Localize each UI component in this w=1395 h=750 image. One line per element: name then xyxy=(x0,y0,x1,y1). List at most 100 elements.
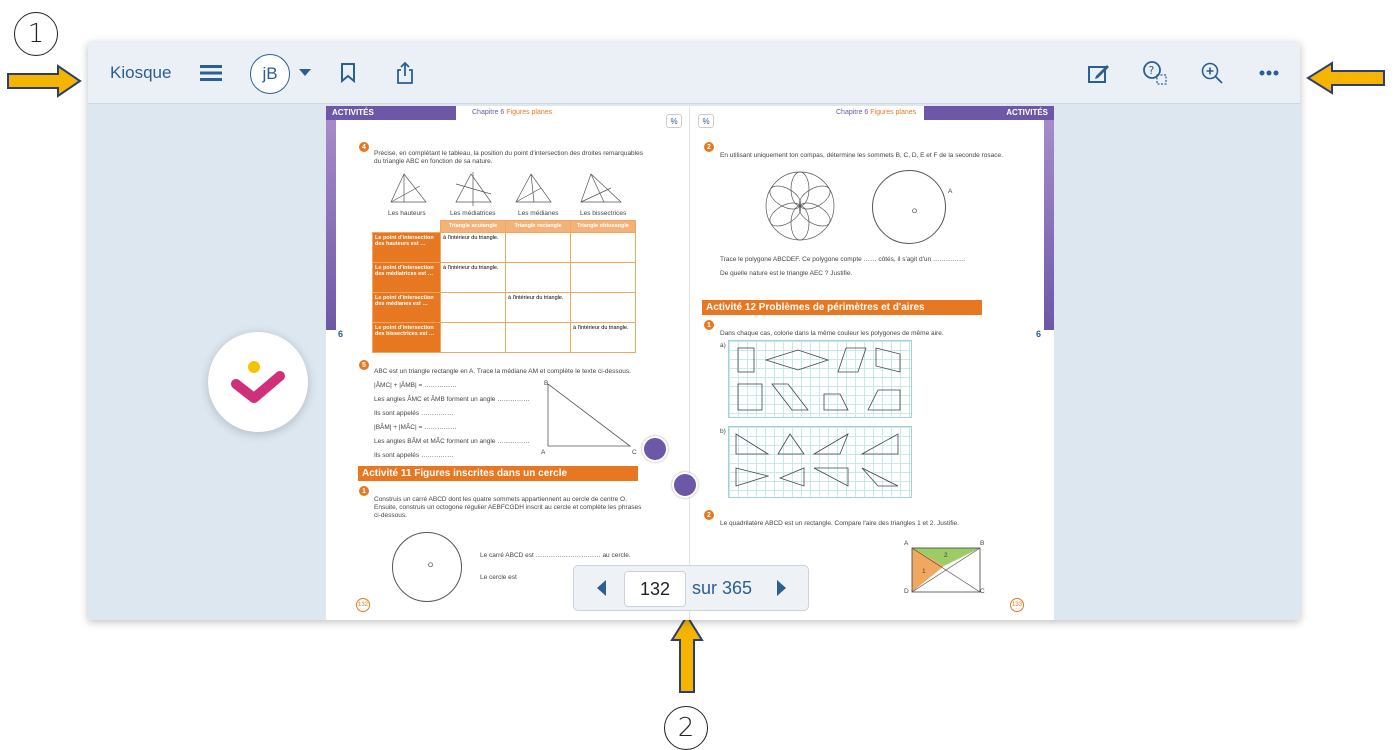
previous-page-icon[interactable] xyxy=(597,580,606,596)
rect-label-c: C xyxy=(980,588,985,595)
tri-label-a: A xyxy=(541,449,546,456)
left-page-number: 132 xyxy=(356,598,370,612)
a11-text: Construis un carré ABCD dont les quatre … xyxy=(374,496,642,519)
rect-label-a: A xyxy=(904,540,909,547)
grid-b-triangles xyxy=(735,433,899,487)
next-page-icon[interactable] xyxy=(777,580,786,596)
construction-circle xyxy=(392,532,462,602)
q2-badge: 2 xyxy=(704,142,714,152)
sentence-1: Le carré ABCD est ………………………… au cercle. xyxy=(480,552,631,559)
table-row-label: Le point d'intersection des bissectrices… xyxy=(372,322,441,353)
left-side-number: 6 xyxy=(338,329,344,339)
table-cell xyxy=(570,292,636,323)
circle-label-o: O xyxy=(912,208,918,215)
app-logo xyxy=(208,332,308,432)
rect-label-2: 2 xyxy=(944,552,948,559)
reader-app-window: Kiosque jB ? ACTIVITÉS Chapitre 6 Figure… xyxy=(88,42,1300,620)
page-number-input[interactable] xyxy=(624,571,686,607)
link-icon[interactable]: % xyxy=(666,114,682,128)
edit-icon[interactable] xyxy=(1084,58,1114,88)
table-cell xyxy=(570,232,636,263)
left-chapter-label: Chapitre 6 Figures planes xyxy=(472,109,553,116)
q5-line: Ils sont appelés …………… xyxy=(374,410,454,417)
link-icon[interactable]: % xyxy=(698,114,714,128)
avatar[interactable]: jB xyxy=(250,54,290,94)
a12-text: Dans chaque cas, colorie dans la même co… xyxy=(720,330,944,337)
tri-label-c: C xyxy=(632,449,637,456)
fig-label-medianes: Les médianes xyxy=(518,210,559,217)
menu-icon[interactable] xyxy=(196,58,226,88)
q4-text: Précise, en complétant le tableau, la po… xyxy=(374,150,643,165)
q2-text: En utilisant uniquement ton compas, déte… xyxy=(720,152,1003,159)
table-cell: à l'intérieur du triangle. xyxy=(570,322,636,353)
q5-line: Les angles ÂMC et ÂMB forment un angle …… xyxy=(374,396,530,403)
tri-label-b: B xyxy=(544,380,549,387)
part-b-label: b) xyxy=(720,428,726,435)
q2b-text: Le quadrilatère ABCD est un rectangle. C… xyxy=(720,520,959,527)
table-cell xyxy=(440,322,506,353)
q5-line: ABC est un triangle rectangle en A. Trac… xyxy=(374,368,631,375)
circle-center-label: O xyxy=(428,562,434,569)
page-left: ACTIVITÉS Chapitre 6 Figures planes 6 % … xyxy=(326,106,690,620)
second-rosace-circle xyxy=(872,170,946,244)
right-side-decoration xyxy=(1044,120,1054,330)
media-button[interactable] xyxy=(672,472,698,498)
circle-label-a: A xyxy=(948,188,953,195)
table-row: Le point d'intersection des hauteurs est… xyxy=(372,232,636,263)
table-row-label: Le point d'intersection des médiatrices … xyxy=(372,262,441,293)
left-side-decoration xyxy=(326,120,336,330)
grid-a-polygons xyxy=(737,347,901,411)
bookmark-icon[interactable] xyxy=(333,58,363,88)
rosace-figure xyxy=(765,171,835,241)
rect-label-d: D xyxy=(904,588,909,595)
triangle-figures xyxy=(390,172,622,206)
q5-line: Les angles BÂM et MÂC forment un angle …… xyxy=(374,438,530,445)
table-row: Le point d'intersection des bissectrices… xyxy=(372,322,636,353)
table-cell xyxy=(505,322,571,353)
more-icon[interactable] xyxy=(1254,58,1284,88)
zoom-in-icon[interactable] xyxy=(1197,58,1227,88)
q2-line-1: Trace le polygone ABCDEF. Ce polygone co… xyxy=(720,256,966,263)
fig-label-bissectrices: Les bissectrices xyxy=(580,210,627,217)
table-header: Triangle acutangle xyxy=(440,220,506,233)
intersection-table: Triangle acutangle Triangle rectangle Tr… xyxy=(372,220,636,353)
share-icon[interactable] xyxy=(390,58,420,88)
checkmark-logo-icon xyxy=(231,361,285,403)
left-header-bar: ACTIVITÉS xyxy=(326,106,456,120)
q5-badge: 5 xyxy=(359,360,369,370)
rect-label-1: 1 xyxy=(922,568,926,575)
table-cell xyxy=(570,262,636,293)
toolbar: Kiosque jB ? xyxy=(88,42,1300,104)
page-right: ACTIVITÉS Chapitre 6 Figures planes 6 % … xyxy=(672,106,1054,620)
help-icon[interactable]: ? xyxy=(1140,58,1170,88)
fig-label-hauteurs: Les hauteurs xyxy=(388,210,426,217)
right-header-bar: ACTIVITÉS xyxy=(924,106,1054,120)
kiosque-link[interactable]: Kiosque xyxy=(110,63,171,83)
table-header: Triangle rectangle xyxy=(505,220,571,233)
book-spread: ACTIVITÉS Chapitre 6 Figures planes 6 % … xyxy=(326,106,1054,620)
right-side-number: 6 xyxy=(1036,329,1042,339)
right-triangle-figure xyxy=(547,383,632,447)
arrow-up-annotation-icon xyxy=(670,614,704,693)
table-row-label: Le point d'intersection des hauteurs est… xyxy=(372,232,441,263)
page-navigator: sur 365 xyxy=(573,565,809,611)
q2-line-2: De quelle nature est le triangle AEC ? J… xyxy=(720,270,853,277)
total-pages-label: sur 365 xyxy=(692,578,753,598)
svg-text:?: ? xyxy=(1149,64,1155,77)
rect-label-b: B xyxy=(980,540,985,547)
chevron-down-icon[interactable] xyxy=(290,58,320,88)
activity-12-title: Activité 12 Problèmes de périmètres et d… xyxy=(702,300,982,315)
right-page-number: 133 xyxy=(1010,598,1024,612)
callout-1: 1 xyxy=(14,12,58,56)
table-cell xyxy=(440,292,506,323)
arrow-left-annotation-icon xyxy=(7,64,82,98)
arrow-right-annotation-icon xyxy=(1306,61,1385,95)
table-cell: à l'intérieur du triangle. xyxy=(440,232,506,263)
table-row: Le point d'intersection des médiatrices … xyxy=(372,262,636,293)
media-button[interactable] xyxy=(642,436,668,462)
part-a-label: a) xyxy=(720,342,726,349)
table-cell xyxy=(505,232,571,263)
table-cell xyxy=(505,262,571,293)
q5-line: |ÂMC| + |ÂMB| = …………… xyxy=(374,382,457,389)
q2b-badge: 2 xyxy=(704,510,714,520)
